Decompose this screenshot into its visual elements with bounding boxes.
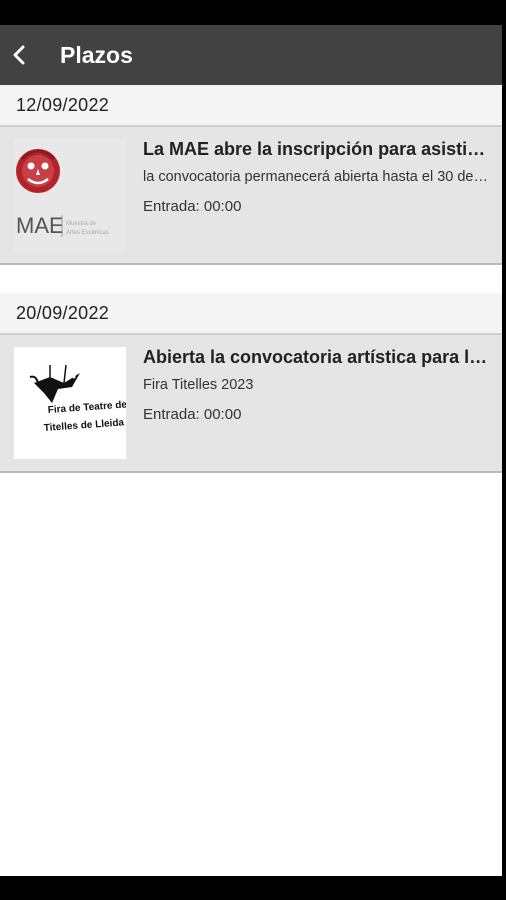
list-item[interactable]: Fira de Teatre de Titelles de Lleida Abi…	[0, 335, 502, 473]
item-description: Fira Titelles 2023	[143, 377, 254, 393]
back-button[interactable]	[0, 25, 40, 85]
item-entry-time: Entrada: 00:00	[143, 406, 242, 423]
chevron-left-icon	[13, 45, 25, 65]
group-spacer	[0, 265, 502, 293]
app-bar: Plazos	[0, 25, 502, 85]
item-entry-time: Entrada: 00:00	[143, 198, 242, 215]
mae-logo-text: MAE	[16, 213, 64, 238]
svg-text:Artes Escénicas: Artes Escénicas	[66, 230, 109, 236]
screen-edge	[502, 25, 506, 876]
item-title: La MAE abre la inscripción para asistir …	[143, 139, 488, 159]
list-item[interactable]: MAE Muestra de Artes Escénicas La MAE ab…	[0, 127, 502, 265]
page-title: Plazos	[60, 41, 133, 68]
svg-text:Muestra de: Muestra de	[66, 221, 97, 227]
fira-logo-line-1: Fira de Teatre de	[47, 399, 126, 416]
fira-logo-line-2: Titelles de Lleida	[43, 417, 124, 434]
item-title: Abierta la convocatoria artística para l…	[143, 347, 488, 367]
event-thumbnail: Fira de Teatre de Titelles de Lleida	[14, 347, 128, 459]
event-thumbnail: MAE Muestra de Artes Escénicas	[14, 139, 126, 251]
mae-logo: MAE Muestra de Artes Escénicas	[16, 149, 109, 238]
fira-titelles-logo: Fira de Teatre de Titelles de Lleida	[29, 364, 128, 434]
navigation-bar	[0, 876, 506, 900]
status-bar	[0, 0, 506, 25]
date-header: 12/09/2022	[0, 85, 502, 127]
item-description: la convocatoria permanecerá abierta hast…	[143, 169, 488, 185]
date-header: 20/09/2022	[0, 293, 502, 335]
app-screen: Plazos 12/09/2022 MAE Muestra de Artes E…	[0, 25, 502, 876]
